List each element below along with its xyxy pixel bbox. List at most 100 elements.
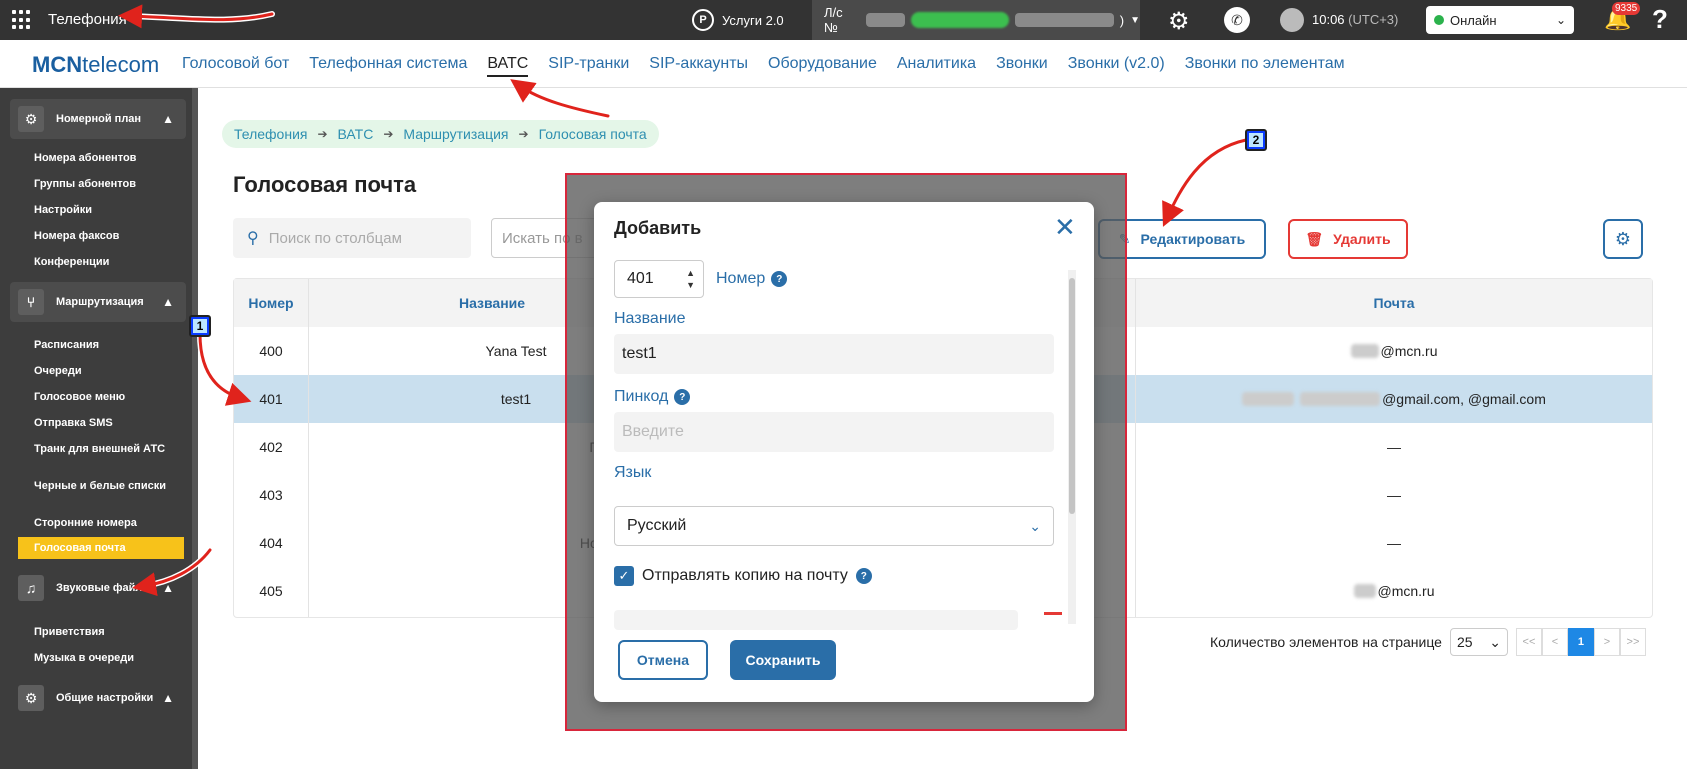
help-icon[interactable]: ? (674, 389, 691, 405)
send-copy-checkbox[interactable]: ✓ Отправлять копию на почту ? (614, 566, 872, 586)
sidebar-item-black-white-lists[interactable]: Черные и белые списки (34, 480, 174, 492)
cell-number: 405 (259, 583, 283, 599)
sidebar-item-queues[interactable]: Очереди (34, 365, 174, 377)
breadcrumb-item[interactable]: Телефония (234, 126, 307, 142)
nav-item-calls[interactable]: Звонки (996, 55, 1048, 77)
redacted-account-balance (910, 12, 1010, 28)
cell-number: 401 (259, 391, 283, 407)
cell-mail-text: @mcn.ru (1377, 583, 1435, 599)
cancel-button[interactable]: Отмена (618, 640, 708, 680)
breadcrumb-item[interactable]: ВАТС (338, 126, 374, 142)
sidebar-item-queue-music[interactable]: Музыка в очереди (34, 652, 174, 664)
nav-item-sip-trunks[interactable]: SIP-транки (548, 55, 629, 77)
sidebar-group-general-settings[interactable]: ⚙ Общие настройки ▲ (10, 678, 186, 718)
sidebar-item-voicemail[interactable]: Голосовая почта (18, 537, 184, 559)
cell-number: 403 (259, 487, 283, 503)
chevron-down-icon: ⌄ (1489, 633, 1501, 650)
user-avatar[interactable] (1280, 8, 1304, 32)
help-icon[interactable]: ? (855, 568, 872, 584)
column-divider (1135, 279, 1136, 617)
nav-item-voice-bot[interactable]: Голосовой бот (182, 55, 289, 77)
apps-grid-icon[interactable] (12, 10, 32, 30)
number-stepper[interactable]: 401 ▲ ▼ (614, 260, 704, 298)
language-select[interactable]: Русский ⌄ (614, 506, 1054, 546)
help-icon[interactable]: ? (1652, 4, 1668, 35)
name-input[interactable]: test1 (614, 334, 1054, 374)
trash-icon[interactable] (1044, 612, 1062, 624)
table-settings-gear-icon[interactable]: ⚙ (1603, 219, 1643, 259)
cell-number: 404 (259, 535, 283, 551)
pin-input[interactable]: Введите (614, 412, 1054, 452)
email-field-partial[interactable] (614, 610, 1018, 630)
sidebar-item-external-trunk[interactable]: Транк для внешней АТС (34, 443, 174, 455)
gear-icon: ⚙ (18, 106, 44, 132)
collapse-triangle-icon: ▲ (162, 112, 174, 126)
services-link[interactable]: P Услуги 2.0 (692, 9, 784, 31)
page-size-value: 25 (1456, 634, 1473, 650)
column-header-mail[interactable]: Почта (1136, 279, 1652, 327)
first-page-button[interactable]: << (1515, 628, 1542, 656)
dialog-scrollbar[interactable] (1068, 258, 1076, 634)
nav-item-phone-system[interactable]: Телефонная система (309, 55, 467, 77)
services-label: Услуги 2.0 (722, 12, 784, 28)
breadcrumb-item[interactable]: Маршрутизация (403, 126, 508, 142)
last-page-button[interactable]: >> (1619, 628, 1646, 656)
status-select[interactable]: Онлайн ⌄ (1426, 6, 1574, 34)
help-icon[interactable]: ? (771, 271, 788, 287)
sidebar-item-conferences[interactable]: Конференции (34, 256, 174, 268)
checkmark-icon: ✓ (614, 566, 634, 586)
app-name[interactable]: Телефония (48, 11, 127, 28)
sidebar-item-voice-menu[interactable]: Голосовое меню (34, 391, 174, 403)
step-2-marker: 2 (1245, 129, 1267, 151)
column-header-number[interactable]: Номер (234, 279, 308, 327)
nav-item-calls-by-elements[interactable]: Звонки по элементам (1185, 55, 1345, 77)
language-label: Язык (614, 464, 652, 481)
scrollbar-thumb[interactable] (1069, 278, 1075, 514)
stepper-arrows-icon[interactable]: ▲ ▼ (686, 267, 695, 291)
breadcrumb-item[interactable]: Голосовая почта (539, 126, 647, 142)
redacted-email (1242, 392, 1295, 406)
pagination: Количество элементов на странице 25 ⌄ << … (1210, 628, 1646, 656)
nav-item-equipment[interactable]: Оборудование (768, 55, 877, 77)
sidebar-item-fax-numbers[interactable]: Номера факсов (34, 230, 174, 242)
cell-mail: — (1387, 487, 1401, 503)
sidebar: ⚙ Номерной план ▲ Номера абонентов Групп… (0, 88, 198, 769)
logo[interactable]: MCNtelecom (32, 52, 159, 78)
page-size-select[interactable]: 25 ⌄ (1449, 628, 1508, 656)
close-icon[interactable]: ✕ (1054, 214, 1076, 240)
page-button-current[interactable]: 1 (1567, 628, 1594, 656)
nav-item-analytics[interactable]: Аналитика (897, 55, 976, 77)
sidebar-group-sound-files[interactable]: ♫ Звуковые файлы ▲ (10, 568, 186, 608)
notification-badge: 9335 (1612, 2, 1641, 15)
column-header-name-label: Название (458, 295, 526, 311)
send-copy-label: Отправлять копию на почту (642, 567, 848, 584)
nav-item-sip-accounts[interactable]: SIP-аккаунты (649, 55, 748, 77)
sidebar-item-greetings[interactable]: Приветствия (34, 626, 174, 638)
page-title: Голосовая почта (233, 172, 417, 197)
account-selector[interactable]: Л/с № ) ▼ (812, 0, 1140, 40)
cell-mail-text: @gmail.com, @gmail.com (1382, 391, 1546, 407)
sidebar-item-send-sms[interactable]: Отправка SMS (34, 417, 174, 429)
next-page-button[interactable]: > (1593, 628, 1620, 656)
top-bar: Телефония P Услуги 2.0 Л/с № ) ▼ ⚙ ✆ 10:… (0, 0, 1687, 40)
settings-gear-icon[interactable]: ⚙ (1168, 7, 1190, 36)
status-value: Онлайн (1450, 12, 1497, 28)
sidebar-group-numbering[interactable]: ⚙ Номерной план ▲ (10, 99, 186, 139)
nav-item-calls-v2[interactable]: Звонки (v2.0) (1068, 55, 1165, 77)
sidebar-item-subscriber-groups[interactable]: Группы абонентов (34, 178, 174, 190)
chevron-down-icon: ▼ (1130, 14, 1141, 26)
sidebar-item-settings[interactable]: Настройки (34, 204, 174, 216)
sidebar-item-schedules[interactable]: Расписания (34, 339, 174, 351)
save-button[interactable]: Сохранить (730, 640, 836, 680)
cell-number: 402 (259, 439, 283, 455)
search-icon: ⚲ (247, 230, 259, 247)
search-input[interactable]: ⚲ Поиск по столбцам (233, 218, 471, 258)
phone-icon[interactable]: ✆ (1224, 7, 1250, 33)
delete-button[interactable]: 🗑 Удалить (1288, 219, 1408, 259)
prev-page-button[interactable]: < (1541, 628, 1568, 656)
sidebar-item-third-party-numbers[interactable]: Сторонние номера (34, 517, 174, 529)
sidebar-item-subscriber-numbers[interactable]: Номера абонентов (34, 152, 174, 164)
sidebar-group-routing[interactable]: ⑂ Маршрутизация ▲ (10, 282, 186, 322)
nav-item-vats[interactable]: ВАТС (487, 55, 529, 77)
time-value: 10:06 (1312, 12, 1345, 27)
